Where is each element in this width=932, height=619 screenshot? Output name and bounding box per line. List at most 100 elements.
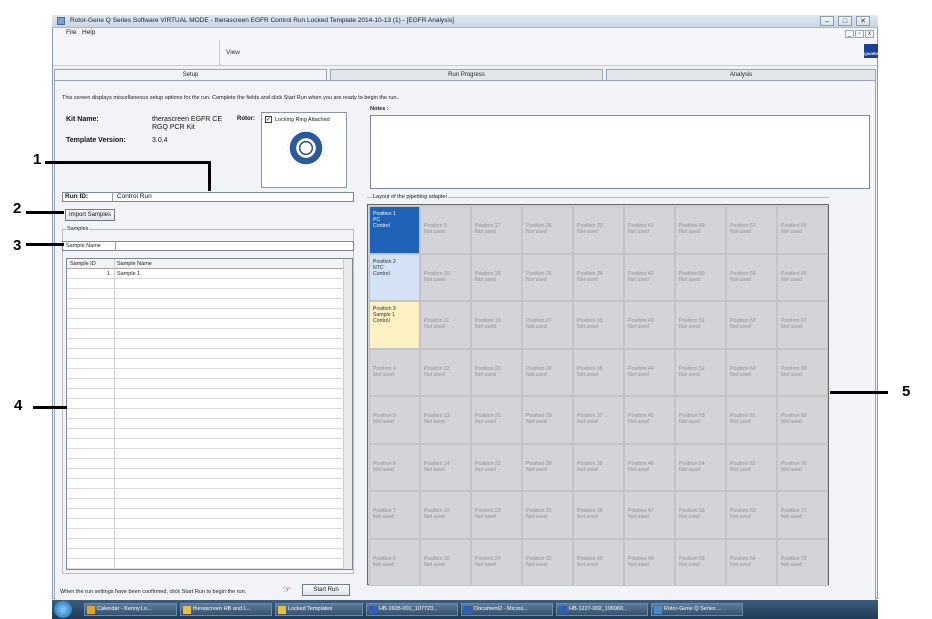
position-cell[interactable]: Position 5 Not used bbox=[369, 396, 420, 444]
position-cell[interactable]: Position 71 Not used bbox=[777, 491, 828, 539]
minimize-button[interactable]: – bbox=[820, 16, 834, 26]
position-cell[interactable]: Position 22 Not used bbox=[471, 443, 522, 491]
position-cell[interactable]: Position 26 Not used bbox=[522, 253, 573, 301]
taskbar-item[interactable]: Calendar - Kenny.Lo... bbox=[84, 603, 177, 616]
sample-name-input[interactable] bbox=[62, 241, 354, 251]
position-cell[interactable]: Position 28 Not used bbox=[522, 348, 573, 396]
position-cell[interactable]: Position 16 Not used bbox=[420, 538, 471, 586]
position-cell[interactable]: Position 3 Sample 1 Control bbox=[369, 301, 420, 349]
locking-ring-checkbox[interactable]: ✓ bbox=[265, 116, 272, 123]
position-cell[interactable]: Position 34 Not used bbox=[573, 253, 624, 301]
position-cell[interactable]: Position 25 Not used bbox=[522, 206, 573, 254]
position-cell[interactable]: Position 6 Not used bbox=[369, 443, 420, 491]
position-cell[interactable]: Position 14 Not used bbox=[420, 443, 471, 491]
windows-start-icon[interactable] bbox=[54, 601, 72, 618]
position-cell[interactable]: Position 38 Not used bbox=[573, 443, 624, 491]
position-cell[interactable]: Position 49 Not used bbox=[675, 206, 726, 254]
position-cell[interactable]: Position 13 Not used bbox=[420, 396, 471, 444]
menu-help[interactable]: Help bbox=[82, 29, 95, 36]
position-cell[interactable]: Position 17 Not used bbox=[471, 206, 522, 254]
position-cell[interactable]: Position 42 Not used bbox=[624, 253, 675, 301]
position-cell[interactable]: Position 21 Not used bbox=[471, 396, 522, 444]
position-cell[interactable]: Position 37 Not used bbox=[573, 396, 624, 444]
position-cell[interactable]: Position 23 Not used bbox=[471, 491, 522, 539]
taskbar-item[interactable]: Document2 - Micros... bbox=[461, 603, 553, 616]
position-cell[interactable]: Position 24 Not used bbox=[471, 538, 522, 586]
taskbar-item[interactable]: HB-1605-001_107723... bbox=[366, 603, 458, 616]
position-cell[interactable]: Position 47 Not used bbox=[624, 491, 675, 539]
position-cell[interactable]: Position 56 Not used bbox=[675, 538, 726, 586]
position-cell[interactable]: Position 27 Not used bbox=[522, 301, 573, 349]
position-cell[interactable]: Position 43 Not used bbox=[624, 301, 675, 349]
position-cell[interactable]: Position 32 Not used bbox=[522, 538, 573, 586]
import-samples-button[interactable]: Import Samples bbox=[65, 209, 115, 221]
position-cell[interactable]: Position 72 Not used bbox=[777, 538, 828, 586]
position-cell[interactable]: Position 48 Not used bbox=[624, 538, 675, 586]
position-cell[interactable]: Position 40 Not used bbox=[573, 538, 624, 586]
position-cell[interactable]: Position 57 Not used bbox=[726, 206, 777, 254]
position-cell[interactable]: Position 53 Not used bbox=[675, 396, 726, 444]
mdi-restore-button[interactable]: ▫ bbox=[855, 30, 864, 38]
position-cell[interactable]: Position 9 Not used bbox=[420, 206, 471, 254]
position-cell[interactable]: Position 19 Not used bbox=[471, 301, 522, 349]
taskbar-item[interactable]: Locked Templates bbox=[275, 603, 363, 616]
start-run-button[interactable]: Start Run bbox=[302, 584, 350, 596]
position-cell[interactable]: Position 54 Not used bbox=[675, 443, 726, 491]
position-cell[interactable]: Position 35 Not used bbox=[573, 301, 624, 349]
maximize-button[interactable]: □ bbox=[838, 16, 852, 26]
mdi-close-button[interactable]: x bbox=[865, 30, 874, 38]
position-cell[interactable]: Position 31 Not used bbox=[522, 491, 573, 539]
position-cell[interactable]: Position 60 Not used bbox=[726, 348, 777, 396]
close-button[interactable]: ✕ bbox=[856, 16, 870, 26]
position-cell[interactable]: Position 12 Not used bbox=[420, 348, 471, 396]
position-cell[interactable]: Position 64 Not used bbox=[726, 538, 777, 586]
position-cell[interactable]: Position 67 Not used bbox=[777, 301, 828, 349]
position-cell[interactable]: Position 68 Not used bbox=[777, 348, 828, 396]
position-cell[interactable]: Position 29 Not used bbox=[522, 396, 573, 444]
samples-table[interactable]: Sample ID Sample Name 1 Sample 1 bbox=[66, 258, 353, 570]
position-cell[interactable]: Position 50 Not used bbox=[675, 253, 726, 301]
tab-analysis[interactable]: Analysis bbox=[606, 69, 876, 80]
position-cell[interactable]: Position 46 Not used bbox=[624, 443, 675, 491]
position-cell[interactable]: Position 51 Not used bbox=[675, 301, 726, 349]
position-cell[interactable]: Position 1 PC Control bbox=[369, 206, 420, 254]
position-cell[interactable]: Position 62 Not used bbox=[726, 443, 777, 491]
tab-run-progress[interactable]: Run Progress bbox=[330, 69, 603, 80]
position-cell[interactable]: Position 61 Not used bbox=[726, 396, 777, 444]
view-button[interactable]: View bbox=[226, 49, 240, 56]
position-cell[interactable]: Position 30 Not used bbox=[522, 443, 573, 491]
position-cell[interactable]: Position 70 Not used bbox=[777, 443, 828, 491]
position-cell[interactable]: Position 33 Not used bbox=[573, 206, 624, 254]
position-cell[interactable]: Position 15 Not used bbox=[420, 491, 471, 539]
position-cell[interactable]: Position 65 Not used bbox=[777, 206, 828, 254]
position-cell[interactable]: Position 45 Not used bbox=[624, 396, 675, 444]
position-cell[interactable]: Position 18 Not used bbox=[471, 253, 522, 301]
taskbar-item[interactable]: Rotor-Gene Q Series ... bbox=[651, 603, 743, 616]
position-cell[interactable]: Position 2 NTC Control bbox=[369, 253, 420, 301]
taskbar-item[interactable]: HB-1227-002_106960... bbox=[556, 603, 648, 616]
table-scrollbar[interactable] bbox=[343, 259, 352, 569]
position-cell[interactable]: Position 69 Not used bbox=[777, 396, 828, 444]
position-cell[interactable]: Position 20 Not used bbox=[471, 348, 522, 396]
position-cell[interactable]: Position 52 Not used bbox=[675, 348, 726, 396]
mdi-minimize-button[interactable]: _ bbox=[845, 30, 854, 38]
position-cell[interactable]: Position 11 Not used bbox=[420, 301, 471, 349]
position-cell[interactable]: Position 36 Not used bbox=[573, 348, 624, 396]
taskbar-item[interactable]: therascreen HB and L... bbox=[180, 603, 272, 616]
position-cell[interactable]: Position 55 Not used bbox=[675, 491, 726, 539]
run-id-field[interactable] bbox=[62, 192, 354, 202]
position-cell[interactable]: Position 39 Not used bbox=[573, 491, 624, 539]
position-cell[interactable]: Position 63 Not used bbox=[726, 491, 777, 539]
tab-setup[interactable]: Setup bbox=[54, 69, 327, 80]
position-cell[interactable]: Position 59 Not used bbox=[726, 301, 777, 349]
position-cell[interactable]: Position 66 Not used bbox=[777, 253, 828, 301]
position-cell[interactable]: Position 10 Not used bbox=[420, 253, 471, 301]
notes-textarea[interactable] bbox=[370, 115, 870, 189]
position-cell[interactable]: Position 8 Not used bbox=[369, 538, 420, 586]
position-cell[interactable]: Position 58 Not used bbox=[726, 253, 777, 301]
position-cell[interactable]: Position 41 Not used bbox=[624, 206, 675, 254]
menu-file[interactable]: File bbox=[66, 29, 76, 36]
position-cell[interactable]: Position 7 Not used bbox=[369, 491, 420, 539]
position-cell[interactable]: Position 44 Not used bbox=[624, 348, 675, 396]
position-cell[interactable]: Position 4 Not used bbox=[369, 348, 420, 396]
